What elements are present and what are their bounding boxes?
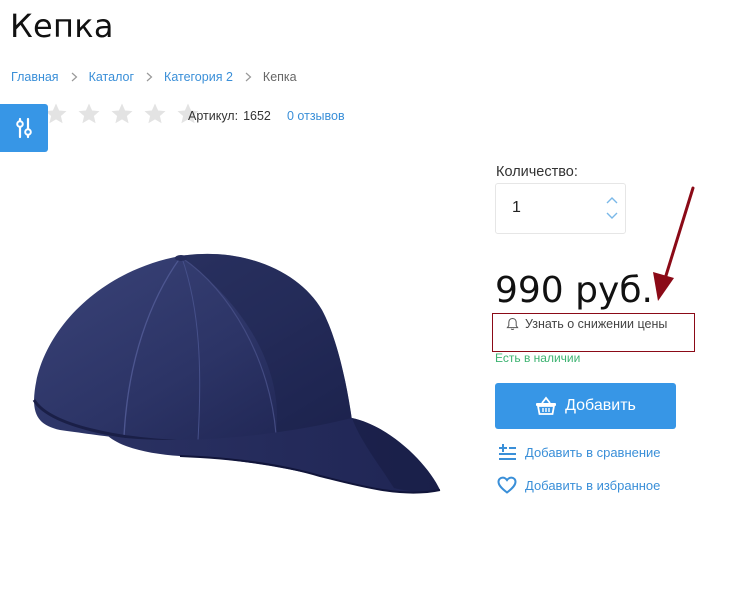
breadcrumb-link-home[interactable]: Главная (11, 68, 59, 86)
star-icon[interactable] (143, 102, 167, 126)
star-icon[interactable] (77, 102, 101, 126)
article-label: Артикул: (188, 109, 239, 123)
page-title: Кепка (10, 7, 114, 45)
chevron-up-icon[interactable] (606, 196, 618, 204)
breadcrumb-link-category[interactable]: Категория 2 (164, 68, 233, 86)
article-number: Артикул: 1652 (188, 109, 271, 123)
breadcrumb-current: Кепка (262, 70, 297, 84)
stock-status: Есть в наличии (495, 351, 581, 365)
chevron-right-icon (245, 72, 252, 82)
breadcrumb-link-catalog[interactable]: Каталог (89, 68, 134, 86)
article-value: 1652 (243, 109, 271, 123)
rating-stars[interactable] (44, 102, 209, 126)
filter-icon (16, 117, 32, 139)
heart-icon (497, 476, 517, 494)
reviews-link[interactable]: 0 отзывов (287, 109, 345, 123)
chevron-down-icon[interactable] (606, 212, 618, 220)
quantity-value[interactable]: 1 (512, 199, 521, 217)
product-image (32, 253, 441, 494)
filter-button[interactable] (0, 104, 48, 152)
quantity-stepper[interactable]: 1 (495, 183, 626, 234)
chevron-right-icon (71, 72, 78, 82)
compare-icon (499, 444, 516, 460)
add-to-favorites-label: Добавить в избранное (525, 477, 661, 493)
annotation-arrow (653, 186, 695, 301)
quantity-label: Количество: (496, 164, 578, 180)
add-to-compare-label: Добавить в сравнение (525, 444, 661, 460)
breadcrumb: Главная Каталог Категория 2 Кепка (11, 68, 297, 86)
annotation-highlight-box (492, 313, 695, 352)
chevron-right-icon (146, 72, 153, 82)
add-to-cart-label: Добавить (565, 397, 636, 414)
star-icon[interactable] (110, 102, 134, 126)
add-to-favorites-link[interactable]: Добавить в избранное (497, 476, 660, 494)
basket-icon (536, 396, 557, 415)
add-to-compare-link[interactable]: Добавить в сравнение (497, 443, 661, 461)
add-to-cart-button[interactable]: Добавить (495, 383, 676, 429)
product-price: 990 руб. (495, 270, 653, 311)
